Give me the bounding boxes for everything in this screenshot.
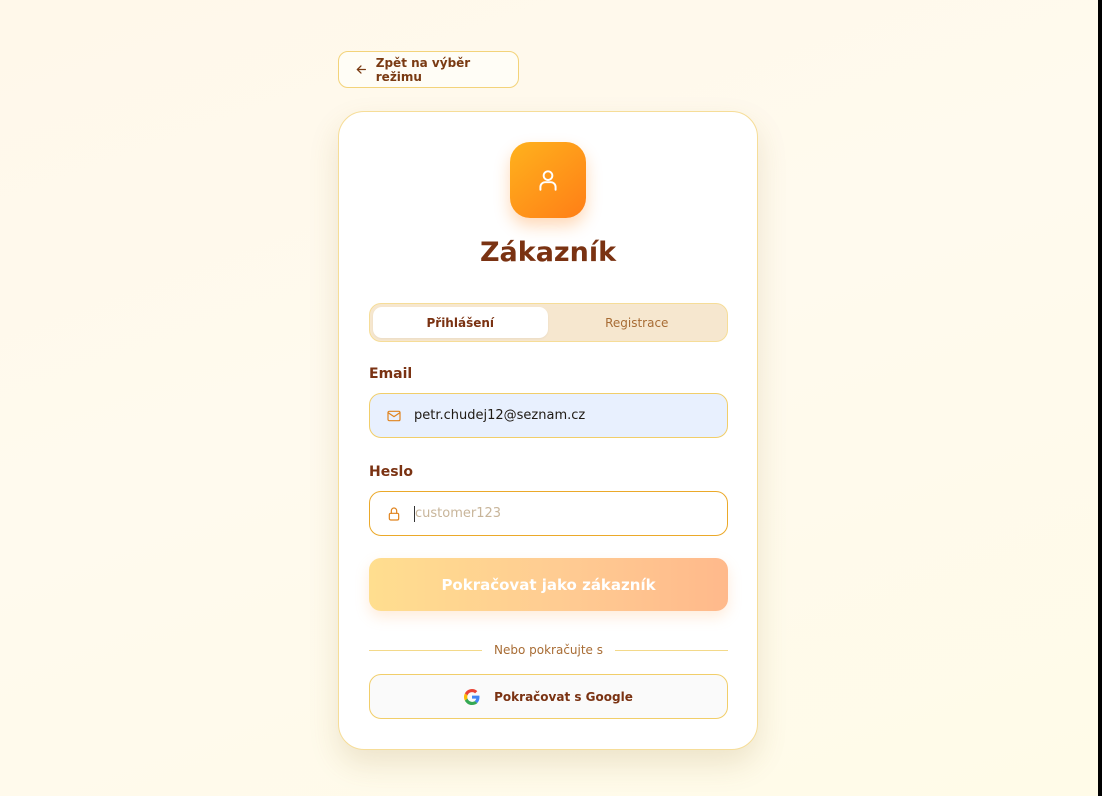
divider-text: Nebo pokračujte s — [493, 643, 604, 657]
user-icon — [539, 170, 557, 191]
auth-tabs: Přihlášení Registrace — [369, 303, 728, 342]
password-label: Heslo — [369, 464, 413, 480]
back-to-mode-selection-button[interactable]: Zpět na výběr režimu — [338, 51, 519, 88]
customer-avatar — [510, 142, 586, 218]
login-card: Zákazník Přihlášení Registrace Email pet… — [338, 111, 758, 750]
divider-line-right — [615, 649, 728, 651]
password-placeholder: customer123 — [415, 506, 502, 521]
or-divider: Nebo pokračujte s — [369, 642, 728, 658]
back-button-label: Zpět na výběr režimu — [375, 55, 471, 84]
google-icon — [464, 688, 480, 705]
email-label: Email — [369, 366, 413, 382]
lock-icon — [388, 506, 400, 521]
mail-icon — [387, 410, 401, 421]
google-button-label: Pokračovat s Google — [494, 689, 633, 704]
tab-register[interactable]: Registrace — [550, 307, 725, 338]
continue-as-customer-button[interactable]: Pokračovat jako zákazník — [369, 558, 728, 611]
email-value: petr.chudej12@seznam.cz — [414, 408, 586, 423]
tab-login[interactable]: Přihlášení — [373, 307, 548, 338]
email-field[interactable]: petr.chudej12@seznam.cz — [369, 393, 728, 438]
continue-with-google-button[interactable]: Pokračovat s Google — [369, 674, 728, 719]
page-title: Zákazník — [479, 237, 617, 268]
divider-line-left — [369, 649, 482, 651]
window-edge — [1098, 0, 1102, 796]
arrow-left-icon — [356, 65, 367, 74]
password-field[interactable]: customer123 — [369, 491, 728, 536]
